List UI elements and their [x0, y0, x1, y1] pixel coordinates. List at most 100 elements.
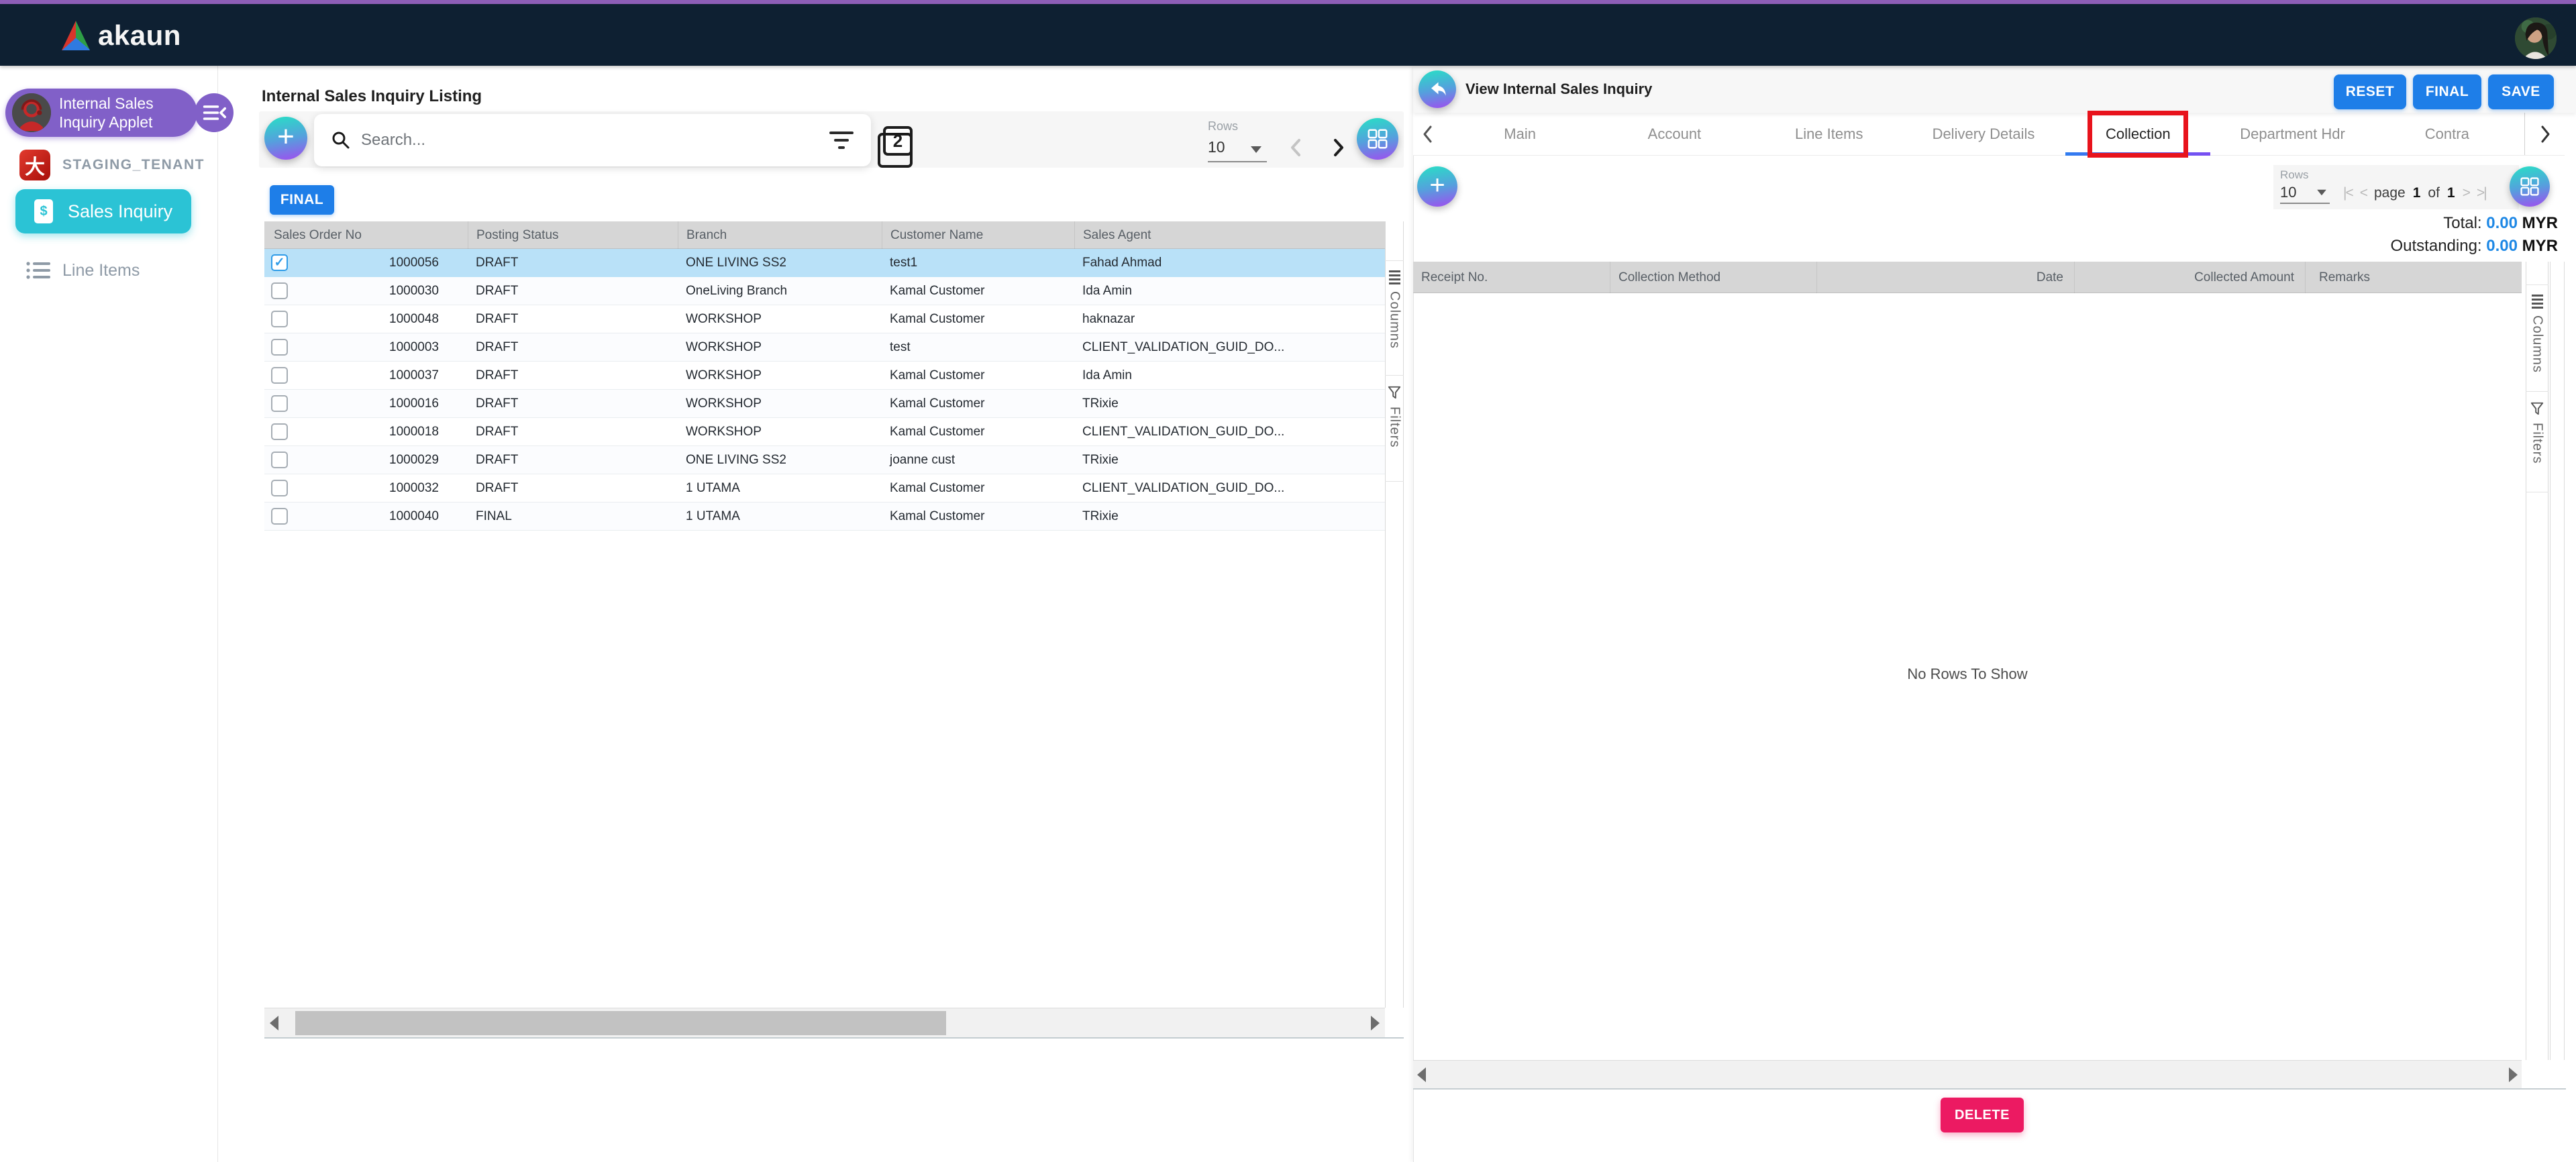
table-row[interactable]: 1000056DRAFTONE LIVING SS2test1Fahad Ahm…: [264, 249, 1385, 277]
cell-customer-name: Kamal Customer: [882, 362, 1075, 389]
sidebar-item-line-items[interactable]: Line Items: [0, 255, 218, 286]
column-header-posting-status[interactable]: Posting Status: [468, 221, 678, 249]
filters-tool-button[interactable]: Filters: [1385, 376, 1404, 482]
table-row[interactable]: 1000030DRAFTOneLiving BranchKamal Custom…: [264, 277, 1385, 305]
final-button[interactable]: FINAL: [2413, 74, 2481, 109]
column-header-collection-method[interactable]: Collection Method: [1610, 262, 1817, 293]
applet-badge[interactable]: Internal Sales Inquiry Applet: [5, 89, 197, 137]
detail-vertical-scrollbar[interactable]: [2550, 262, 2565, 1060]
column-header-sales-agent[interactable]: Sales Agent: [1075, 221, 1385, 249]
column-header-sales-order-no[interactable]: Sales Order No: [264, 221, 468, 249]
row-checkbox[interactable]: [271, 367, 288, 384]
tab-account[interactable]: Account: [1597, 113, 1751, 155]
scroll-right-arrow[interactable]: [2509, 1067, 2518, 1082]
tabs-scroll-right-button[interactable]: [2524, 113, 2565, 155]
user-avatar[interactable]: [2515, 17, 2557, 59]
cell-sales-order-no: 1000032: [264, 474, 468, 502]
cell-customer-name: Kamal Customer: [882, 390, 1075, 417]
cell-customer-name: Kamal Customer: [882, 474, 1075, 502]
row-checkbox[interactable]: [271, 508, 288, 525]
scroll-left-arrow[interactable]: [1417, 1067, 1426, 1082]
applet-name: Internal Sales Inquiry Applet: [59, 94, 178, 131]
rows-per-page-label: Rows: [2280, 168, 2309, 182]
column-header-collected-amount[interactable]: Collected Amount: [2075, 262, 2306, 293]
tab-line-items[interactable]: Line Items: [1752, 113, 1906, 155]
brand-name: akaun: [98, 19, 181, 52]
tab-department-hdr[interactable]: Department Hdr: [2215, 113, 2369, 155]
filters-tool-button[interactable]: Filters: [2526, 392, 2548, 492]
column-header-branch[interactable]: Branch: [678, 221, 882, 249]
sales-order-no-value: 1000029: [389, 446, 439, 474]
scrollbar-thumb[interactable]: [295, 1011, 946, 1035]
scroll-left-arrow[interactable]: [270, 1016, 278, 1031]
previous-page-button[interactable]: <: [2360, 185, 2367, 201]
listing-table-body: 1000056DRAFTONE LIVING SS2test1Fahad Ahm…: [264, 249, 1385, 531]
save-button[interactable]: SAVE: [2488, 74, 2554, 109]
reset-button[interactable]: RESET: [2334, 74, 2406, 109]
previous-page-button[interactable]: [1286, 137, 1307, 162]
sidebar-item-sales-inquiry[interactable]: $ Sales Inquiry: [15, 189, 191, 233]
delete-button[interactable]: DELETE: [1941, 1098, 2024, 1132]
row-checkbox[interactable]: [271, 395, 288, 412]
column-header-remarks[interactable]: Remarks: [2306, 262, 2522, 293]
empty-table-message: No Rows To Show: [1413, 666, 2522, 683]
tab-contra[interactable]: Contra: [2370, 113, 2524, 155]
table-row[interactable]: 1000016DRAFTWORKSHOPKamal CustomerTRixie: [264, 390, 1385, 418]
table-row[interactable]: 1000040FINAL1 UTAMAKamal CustomerTRixie: [264, 503, 1385, 531]
outstanding-value: 0.00: [2486, 237, 2518, 255]
add-record-button[interactable]: +: [264, 117, 307, 160]
row-checkbox[interactable]: [271, 423, 288, 440]
column-header-receipt-no[interactable]: Receipt No.: [1413, 262, 1610, 293]
listing-horizontal-scrollbar[interactable]: [264, 1008, 1385, 1037]
list-icon: [26, 261, 50, 280]
final-filter-button[interactable]: FINAL: [270, 185, 334, 215]
row-checkbox[interactable]: [271, 452, 288, 468]
column-header-customer-name[interactable]: Customer Name: [882, 221, 1075, 249]
add-collection-button[interactable]: +: [1417, 166, 1457, 207]
columns-tool-button[interactable]: Columns: [1385, 260, 1404, 376]
next-page-button[interactable]: >: [2463, 185, 2469, 201]
tabs-scroll-left-button[interactable]: [1413, 113, 1443, 155]
tab-label: Line Items: [1795, 125, 1863, 143]
last-page-button[interactable]: >|: [2477, 185, 2486, 201]
next-page-button[interactable]: [1327, 137, 1349, 162]
first-page-button[interactable]: |<: [2343, 185, 2353, 201]
grid-view-button[interactable]: [2510, 166, 2550, 207]
columns-tool-button[interactable]: Columns: [2526, 284, 2548, 392]
search-filter-icon[interactable]: [829, 131, 854, 149]
grid-view-button[interactable]: [1357, 118, 1398, 160]
sidebar-collapse-button[interactable]: [195, 93, 234, 132]
column-header-date[interactable]: Date: [1817, 262, 2075, 293]
row-checkbox[interactable]: [271, 339, 288, 356]
duplicate-view-icon[interactable]: 2: [883, 126, 913, 156]
columns-icon: [2532, 295, 2543, 309]
tab-collection[interactable]: Collection: [2061, 113, 2215, 155]
tab-label: Department Hdr: [2240, 125, 2345, 143]
table-row[interactable]: 1000003DRAFTWORKSHOPtestCLIENT_VALIDATIO…: [264, 333, 1385, 362]
row-checkbox[interactable]: [271, 311, 288, 327]
tab-main[interactable]: Main: [1443, 113, 1597, 155]
detail-horizontal-scrollbar[interactable]: [1413, 1060, 2522, 1088]
scroll-right-arrow[interactable]: [1371, 1016, 1380, 1031]
cell-customer-name: Kamal Customer: [882, 305, 1075, 333]
table-row[interactable]: 1000032DRAFT1 UTAMAKamal CustomerCLIENT_…: [264, 474, 1385, 503]
divider: [264, 1037, 1404, 1039]
row-checkbox[interactable]: [271, 282, 288, 299]
tab-delivery-details[interactable]: Delivery Details: [1906, 113, 2061, 155]
search-input[interactable]: [360, 130, 829, 150]
outstanding-line: Outstanding: 0.00 MYR: [1946, 235, 2558, 258]
table-row[interactable]: 1000029DRAFTONE LIVING SS2joanne custTRi…: [264, 446, 1385, 474]
grid-icon: [1366, 127, 1389, 150]
row-checkbox[interactable]: [271, 254, 288, 271]
row-checkbox[interactable]: [271, 480, 288, 496]
cell-sales-order-no: 1000056: [264, 249, 468, 276]
table-row[interactable]: 1000048DRAFTWORKSHOPKamal Customerhaknaz…: [264, 305, 1385, 333]
sales-order-no-value: 1000018: [389, 418, 439, 445]
tenant-row[interactable]: 大 STAGING_TENANT: [0, 150, 218, 180]
back-button[interactable]: [1419, 70, 1456, 108]
filters-tool-label: Filters: [2530, 423, 2545, 464]
cell-branch: WORKSHOP: [678, 333, 882, 361]
brand-logo[interactable]: akaun: [62, 19, 181, 52]
table-row[interactable]: 1000018DRAFTWORKSHOPKamal CustomerCLIENT…: [264, 418, 1385, 446]
table-row[interactable]: 1000037DRAFTWORKSHOPKamal CustomerIda Am…: [264, 362, 1385, 390]
